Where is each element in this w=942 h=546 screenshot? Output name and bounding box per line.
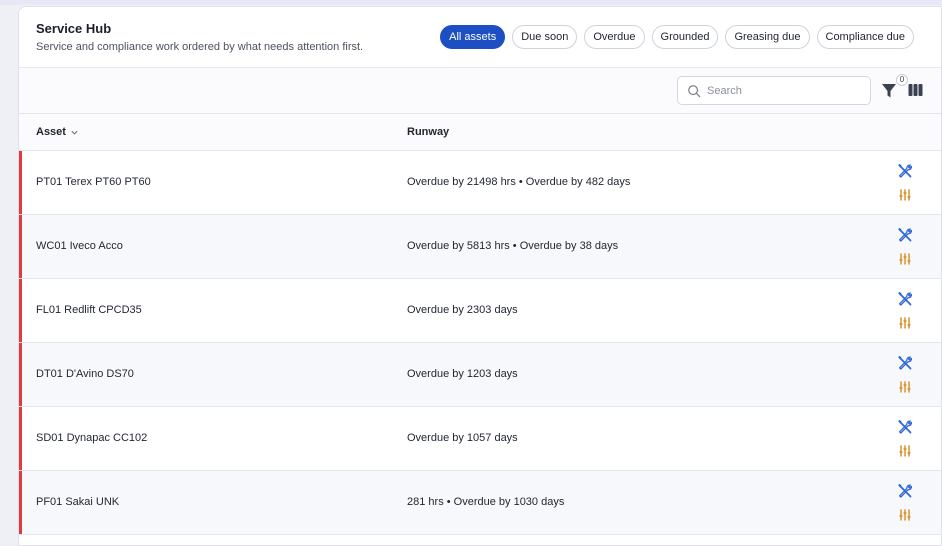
grease-gun-icon[interactable] bbox=[898, 444, 912, 458]
asset-cell: DT01 D'Avino DS70 bbox=[36, 368, 134, 380]
table-row[interactable]: PF01 Sakai UNK 281 hrs • Overdue by 1030 … bbox=[19, 471, 941, 535]
filter-chip-greasing-due[interactable]: Greasing due bbox=[725, 25, 810, 49]
panel-header: Service Hub Service and compliance work … bbox=[19, 7, 941, 68]
table-body: PT01 Terex PT60 PT60 Overdue by 21498 hrs… bbox=[19, 151, 941, 535]
filter-icon[interactable] bbox=[881, 82, 897, 100]
grease-gun-icon[interactable] bbox=[898, 188, 912, 202]
columns-icon[interactable] bbox=[908, 83, 923, 97]
runway-cell: Overdue by 1203 days bbox=[407, 368, 518, 380]
wrench-screwdriver-icon[interactable] bbox=[897, 483, 913, 499]
runway-cell: Overdue by 21498 hrs • Overdue by 482 da… bbox=[407, 176, 631, 188]
wrench-screwdriver-icon[interactable] bbox=[897, 355, 913, 371]
filter-chips: All assets Due soon Overdue Grounded Greasin… bbox=[440, 25, 914, 49]
page-subtitle: Service and compliance work ordered by w… bbox=[36, 41, 364, 53]
table-toolbar: 0 bbox=[19, 68, 941, 114]
runway-cell: 281 hrs • Overdue by 1030 days bbox=[407, 496, 565, 508]
asset-cell: PT01 Terex PT60 PT60 bbox=[36, 176, 151, 188]
runway-cell: Overdue by 5813 hrs • Overdue by 38 days bbox=[407, 240, 619, 252]
table-row[interactable]: DT01 D'Avino DS70 Overdue by 1203 days bbox=[19, 343, 941, 407]
column-header-asset[interactable]: Asset bbox=[36, 126, 79, 138]
column-header-runway: Runway bbox=[407, 126, 450, 138]
filter-chip-compliance-due[interactable]: Compliance due bbox=[816, 25, 914, 49]
search-icon bbox=[688, 85, 701, 98]
filter-chip-due-soon[interactable]: Due soon bbox=[512, 25, 578, 49]
overdue-accent-bar bbox=[19, 343, 22, 406]
filter-chip-all-assets[interactable]: All assets bbox=[440, 25, 506, 49]
asset-cell: WC01 Iveco Acco bbox=[36, 240, 123, 252]
runway-cell: Overdue by 1057 days bbox=[407, 432, 518, 444]
runway-cell: Overdue by 2303 days bbox=[407, 304, 518, 316]
overdue-accent-bar bbox=[19, 215, 22, 278]
wrench-screwdriver-icon[interactable] bbox=[897, 291, 913, 307]
asset-cell: SD01 Dynapac CC102 bbox=[36, 432, 148, 444]
table-row[interactable]: PT01 Terex PT60 PT60 Overdue by 21498 hrs… bbox=[19, 151, 941, 215]
table-header: Asset Runway bbox=[19, 114, 941, 151]
grease-gun-icon[interactable] bbox=[898, 252, 912, 266]
filter-chip-grounded[interactable]: Grounded bbox=[651, 25, 719, 49]
top-strip bbox=[0, 0, 942, 5]
table-row[interactable]: WC01 Iveco Acco Overdue by 5813 hrs • Ove… bbox=[19, 215, 941, 279]
grease-gun-icon[interactable] bbox=[898, 508, 912, 522]
search-input[interactable] bbox=[707, 82, 862, 100]
asset-cell: FL01 Redlift CPCD35 bbox=[36, 304, 142, 316]
wrench-screwdriver-icon[interactable] bbox=[897, 163, 913, 179]
table-row[interactable]: SD01 Dynapac CC102 Overdue by 1057 days bbox=[19, 407, 941, 471]
column-header-asset-label: Asset bbox=[36, 126, 66, 138]
filter-chip-overdue[interactable]: Overdue bbox=[584, 25, 645, 49]
wrench-screwdriver-icon[interactable] bbox=[897, 227, 913, 243]
search-box[interactable] bbox=[677, 76, 871, 105]
wrench-screwdriver-icon[interactable] bbox=[897, 419, 913, 435]
service-hub-panel: Service Hub Service and compliance work … bbox=[18, 6, 942, 546]
chevron-down-icon bbox=[71, 130, 78, 135]
overdue-accent-bar bbox=[19, 151, 22, 214]
overdue-accent-bar bbox=[19, 407, 22, 470]
table-row[interactable]: FL01 Redlift CPCD35 Overdue by 2303 days bbox=[19, 279, 941, 343]
grease-gun-icon[interactable] bbox=[898, 316, 912, 330]
page-title: Service Hub bbox=[36, 21, 112, 36]
asset-cell: PF01 Sakai UNK bbox=[36, 496, 120, 508]
grease-gun-icon[interactable] bbox=[898, 380, 912, 394]
overdue-accent-bar bbox=[19, 471, 22, 534]
filter-count-badge: 0 bbox=[896, 74, 908, 86]
overdue-accent-bar bbox=[19, 279, 22, 342]
